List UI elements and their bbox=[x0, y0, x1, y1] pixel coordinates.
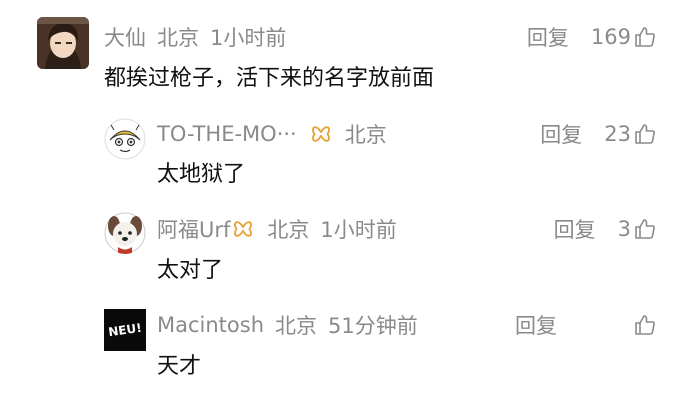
timestamp: 1小时前 bbox=[320, 218, 397, 242]
avatar-image bbox=[37, 17, 89, 69]
avatar-image bbox=[104, 118, 146, 160]
thumbs-up-icon[interactable] bbox=[633, 25, 657, 49]
timestamp: 51分钟前 bbox=[328, 314, 418, 338]
comment-actions: 回复 23 bbox=[540, 119, 657, 149]
avatar-image bbox=[104, 212, 146, 254]
username[interactable]: Macintosh bbox=[157, 313, 264, 337]
thumbs-up-icon[interactable] bbox=[633, 122, 657, 146]
comment-actions: 回复 3 bbox=[554, 214, 657, 244]
location: 北京 bbox=[275, 314, 318, 338]
reply-item: TO-THE-MO··· 北京 太地狱了 回复 23 bbox=[0, 100, 690, 196]
location: 北京 bbox=[344, 123, 387, 147]
reply-item: 阿福Urf 北京 1小时前 太对了 回复 3 bbox=[0, 196, 690, 292]
comment-text: 太对了 bbox=[157, 258, 224, 283]
thumbs-up-icon[interactable] bbox=[633, 313, 657, 337]
like-count: 23 bbox=[604, 122, 631, 146]
username[interactable]: 大仙 bbox=[104, 22, 146, 52]
like-count: 169 bbox=[590, 25, 631, 49]
comment-item: 大仙 北京 1小时前 都挨过枪子，活下来的名字放前面 回复 169 bbox=[0, 0, 690, 100]
avatar[interactable] bbox=[104, 212, 146, 254]
username[interactable]: TO-THE-MO··· bbox=[157, 122, 297, 146]
username[interactable]: 阿福Urf bbox=[157, 214, 230, 244]
location: 北京 bbox=[157, 26, 199, 50]
reply-button[interactable]: 回复 bbox=[554, 214, 596, 244]
timestamp: 1小时前 bbox=[210, 26, 287, 50]
reply-item: NEU! Macintosh 北京 51分钟前 天才 回复 bbox=[0, 292, 690, 405]
reply-button[interactable]: 回复 bbox=[515, 310, 557, 340]
comment-actions: 回复 bbox=[515, 310, 657, 340]
comment-text: 都挨过枪子，活下来的名字放前面 bbox=[104, 66, 435, 91]
member-badge-icon bbox=[311, 126, 330, 142]
comment-actions: 回复 169 bbox=[527, 22, 657, 52]
avatar-logo: NEU! bbox=[107, 320, 143, 340]
comment-meta: TO-THE-MO··· 北京 bbox=[157, 119, 387, 149]
comment-text: 太地狱了 bbox=[157, 162, 246, 187]
reply-button[interactable]: 回复 bbox=[527, 22, 569, 52]
comment-meta: 阿福Urf 北京 1小时前 bbox=[157, 214, 397, 244]
avatar[interactable]: NEU! bbox=[104, 309, 146, 351]
avatar[interactable] bbox=[37, 17, 89, 69]
reply-button[interactable]: 回复 bbox=[540, 119, 582, 149]
member-badge-icon bbox=[234, 221, 253, 237]
comment-text: 天才 bbox=[157, 354, 202, 379]
comment-meta: Macintosh 北京 51分钟前 bbox=[157, 310, 418, 340]
comment-meta: 大仙 北京 1小时前 bbox=[104, 22, 286, 52]
avatar[interactable] bbox=[104, 118, 146, 160]
location: 北京 bbox=[267, 218, 310, 242]
like-count: 3 bbox=[617, 217, 631, 241]
thumbs-up-icon[interactable] bbox=[633, 217, 657, 241]
